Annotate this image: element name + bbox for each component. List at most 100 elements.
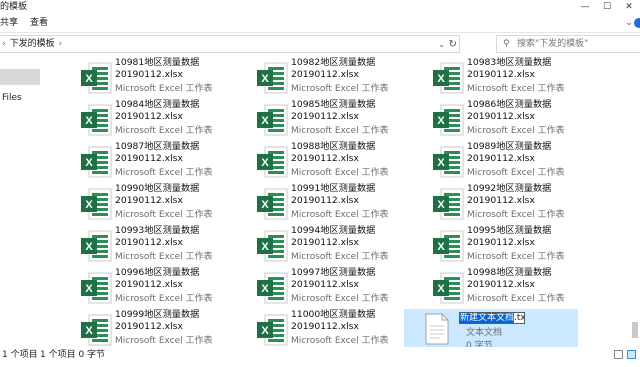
tiles-view-icon[interactable] — [627, 350, 636, 359]
excel-file-icon: X — [80, 187, 112, 221]
search-box[interactable]: ⚲ 搜索"下发的模板" — [496, 35, 640, 53]
details-view-icon[interactable] — [614, 350, 623, 359]
file-tile[interactable]: X 10989地区测量数据 20190112.xlsx Microsoft Excel… — [422, 141, 592, 183]
excel-file-icon: X — [80, 271, 112, 305]
svg-text:X: X — [437, 283, 445, 295]
excel-file-icon: X — [432, 145, 464, 179]
file-tile[interactable]: X 10987地区测量数据 20190112.xlsx Microsoft Excel… — [70, 141, 240, 183]
file-name: 10995地区测量数据 20190112.xlsx — [467, 225, 552, 248]
file-type: Microsoft Excel 工作表 — [115, 210, 213, 220]
excel-file-icon: X — [80, 103, 112, 137]
new-text-document-tile[interactable]: 新建文本文档.txt文本文档0 字节 — [404, 309, 578, 351]
svg-text:X: X — [437, 115, 445, 127]
file-tile[interactable]: X 10992地区测量数据 20190112.xlsx Microsoft Excel… — [422, 183, 592, 225]
svg-text:X: X — [437, 157, 445, 169]
excel-file-icon: X — [432, 103, 464, 137]
file-tile[interactable]: X 10995地区测量数据 20190112.xlsx Microsoft Excel… — [422, 225, 592, 267]
file-type: Microsoft Excel 工作表 — [467, 252, 565, 262]
status-item-count: 1 个项目 — [2, 350, 38, 360]
file-tile[interactable]: X 10999地区测量数据 20190112.xlsx Microsoft Excel… — [70, 309, 240, 351]
svg-text:X: X — [85, 157, 93, 169]
file-type: Microsoft Excel 工作表 — [291, 168, 389, 178]
excel-file-icon: X — [80, 229, 112, 263]
file-name: 10981地区测量数据 20190112.xlsx — [115, 57, 200, 80]
file-tile[interactable]: X 10986地区测量数据 20190112.xlsx Microsoft Excel… — [422, 99, 592, 141]
excel-file-icon: X — [432, 229, 464, 263]
file-name: 10987地区测量数据 20190112.xlsx — [115, 141, 200, 164]
nav-item-selected[interactable] — [0, 69, 40, 85]
file-name: 10999地区测量数据 20190112.xlsx — [115, 309, 200, 332]
svg-text:X: X — [261, 199, 269, 211]
chevron-down-icon[interactable]: ⌄ — [624, 14, 634, 32]
excel-file-icon: X — [256, 145, 288, 179]
file-name: 10996地区测量数据 20190112.xlsx — [115, 267, 200, 290]
file-name: 10989地区测量数据 20190112.xlsx — [467, 141, 552, 164]
excel-file-icon: X — [432, 187, 464, 221]
file-tile[interactable]: X 10988地区测量数据 20190112.xlsx Microsoft Excel… — [246, 141, 416, 183]
window-title: 的模板 — [0, 2, 28, 12]
address-dropdown-icon[interactable]: ⌄ — [438, 36, 445, 53]
excel-file-icon: X — [256, 103, 288, 137]
file-name: 10988地区测量数据 20190112.xlsx — [291, 141, 376, 164]
file-name: 11000地区测量数据 20190112.xlsx — [291, 309, 376, 332]
file-name: 10986地区测量数据 20190112.xlsx — [467, 99, 552, 122]
nav-item-files[interactable]: Files — [2, 93, 22, 103]
view-toggle — [614, 350, 636, 359]
file-tile[interactable]: X 10985地区测量数据 20190112.xlsx Microsoft Excel… — [246, 99, 416, 141]
svg-text:X: X — [85, 73, 93, 85]
file-name: 10985地区测量数据 20190112.xlsx — [291, 99, 376, 122]
svg-text:X: X — [437, 241, 445, 253]
file-type: Microsoft Excel 工作表 — [291, 126, 389, 136]
file-tile[interactable]: X 10996地区测量数据 20190112.xlsx Microsoft Excel… — [70, 267, 240, 309]
file-tile[interactable]: X 10984地区测量数据 20190112.xlsx Microsoft Excel… — [70, 99, 240, 141]
address-bar[interactable]: › 下发的模板 › ⌄ ↻ — [0, 35, 460, 53]
excel-file-icon: X — [432, 271, 464, 305]
excel-file-icon: X — [256, 61, 288, 95]
file-tile[interactable]: X 10990地区测量数据 20190112.xlsx Microsoft Excel… — [70, 183, 240, 225]
file-type: Microsoft Excel 工作表 — [291, 252, 389, 262]
file-tile[interactable]: X 10981地区测量数据 20190112.xlsx Microsoft Excel… — [70, 57, 240, 99]
help-icon[interactable] — [634, 18, 640, 28]
close-button[interactable]: ✕ — [618, 0, 640, 14]
maximize-button[interactable]: ☐ — [596, 0, 618, 14]
file-list: X 10981地区测量数据 20190112.xlsx Microsoft Excel… — [70, 57, 630, 351]
rename-selected-text: 新建文本文档 — [460, 313, 515, 323]
refresh-icon[interactable]: ↻ — [449, 36, 457, 53]
svg-text:X: X — [261, 115, 269, 127]
tab-share[interactable]: 共享 — [0, 14, 18, 32]
file-name: 10991地区测量数据 20190112.xlsx — [291, 183, 376, 206]
file-tile[interactable]: X 10993地区测量数据 20190112.xlsx Microsoft Excel… — [70, 225, 240, 267]
tab-view[interactable]: 查看 — [30, 14, 48, 32]
file-tile[interactable]: X 10998地区测量数据 20190112.xlsx Microsoft Excel… — [422, 267, 592, 309]
status-selection: 1 个项目 0 字节 — [40, 350, 106, 360]
ribbon-tabs: 共享 查看 ⌄ — [0, 14, 640, 33]
text-file-icon — [424, 313, 450, 345]
file-tile[interactable]: X 10991地区测量数据 20190112.xlsx Microsoft Excel… — [246, 183, 416, 225]
search-placeholder: 搜索"下发的模板" — [517, 39, 589, 49]
minimize-button[interactable]: — — [574, 0, 596, 14]
file-name: 10992地区测量数据 20190112.xlsx — [467, 183, 552, 206]
svg-text:X: X — [261, 283, 269, 295]
rename-input[interactable]: 新建文本文档.txt — [459, 312, 525, 324]
file-type: Microsoft Excel 工作表 — [291, 294, 389, 304]
file-type: Microsoft Excel 工作表 — [115, 168, 213, 178]
file-tile[interactable]: X 10994地区测量数据 20190112.xlsx Microsoft Excel… — [246, 225, 416, 267]
address-bar-row: › 下发的模板 › ⌄ ↻ ⚲ 搜索"下发的模板" — [0, 35, 640, 55]
scrollbar-thumb[interactable] — [632, 322, 638, 338]
file-tile[interactable]: X 10983地区测量数据 20190112.xlsx Microsoft Excel… — [422, 57, 592, 99]
file-name: 10997地区测量数据 20190112.xlsx — [291, 267, 376, 290]
excel-file-icon: X — [80, 313, 112, 347]
file-tile[interactable]: X 10982地区测量数据 20190112.xlsx Microsoft Excel… — [246, 57, 416, 99]
svg-text:X: X — [437, 73, 445, 85]
file-name: 10984地区测量数据 20190112.xlsx — [115, 99, 200, 122]
search-icon: ⚲ — [503, 39, 510, 49]
title-bar: 的模板 — ☐ ✕ — [0, 0, 640, 14]
file-tile[interactable]: X 11000地区测量数据 20190112.xlsx Microsoft Excel… — [246, 309, 416, 351]
vertical-scrollbar[interactable] — [630, 57, 640, 348]
breadcrumb-folder[interactable]: 下发的模板 — [10, 39, 55, 49]
file-name: 10990地区测量数据 20190112.xlsx — [115, 183, 200, 206]
breadcrumb-chevron-icon[interactable]: › — [59, 39, 63, 49]
file-tile[interactable]: X 10997地区测量数据 20190112.xlsx Microsoft Excel… — [246, 267, 416, 309]
file-type: Microsoft Excel 工作表 — [467, 84, 565, 94]
file-type: Microsoft Excel 工作表 — [115, 336, 213, 346]
